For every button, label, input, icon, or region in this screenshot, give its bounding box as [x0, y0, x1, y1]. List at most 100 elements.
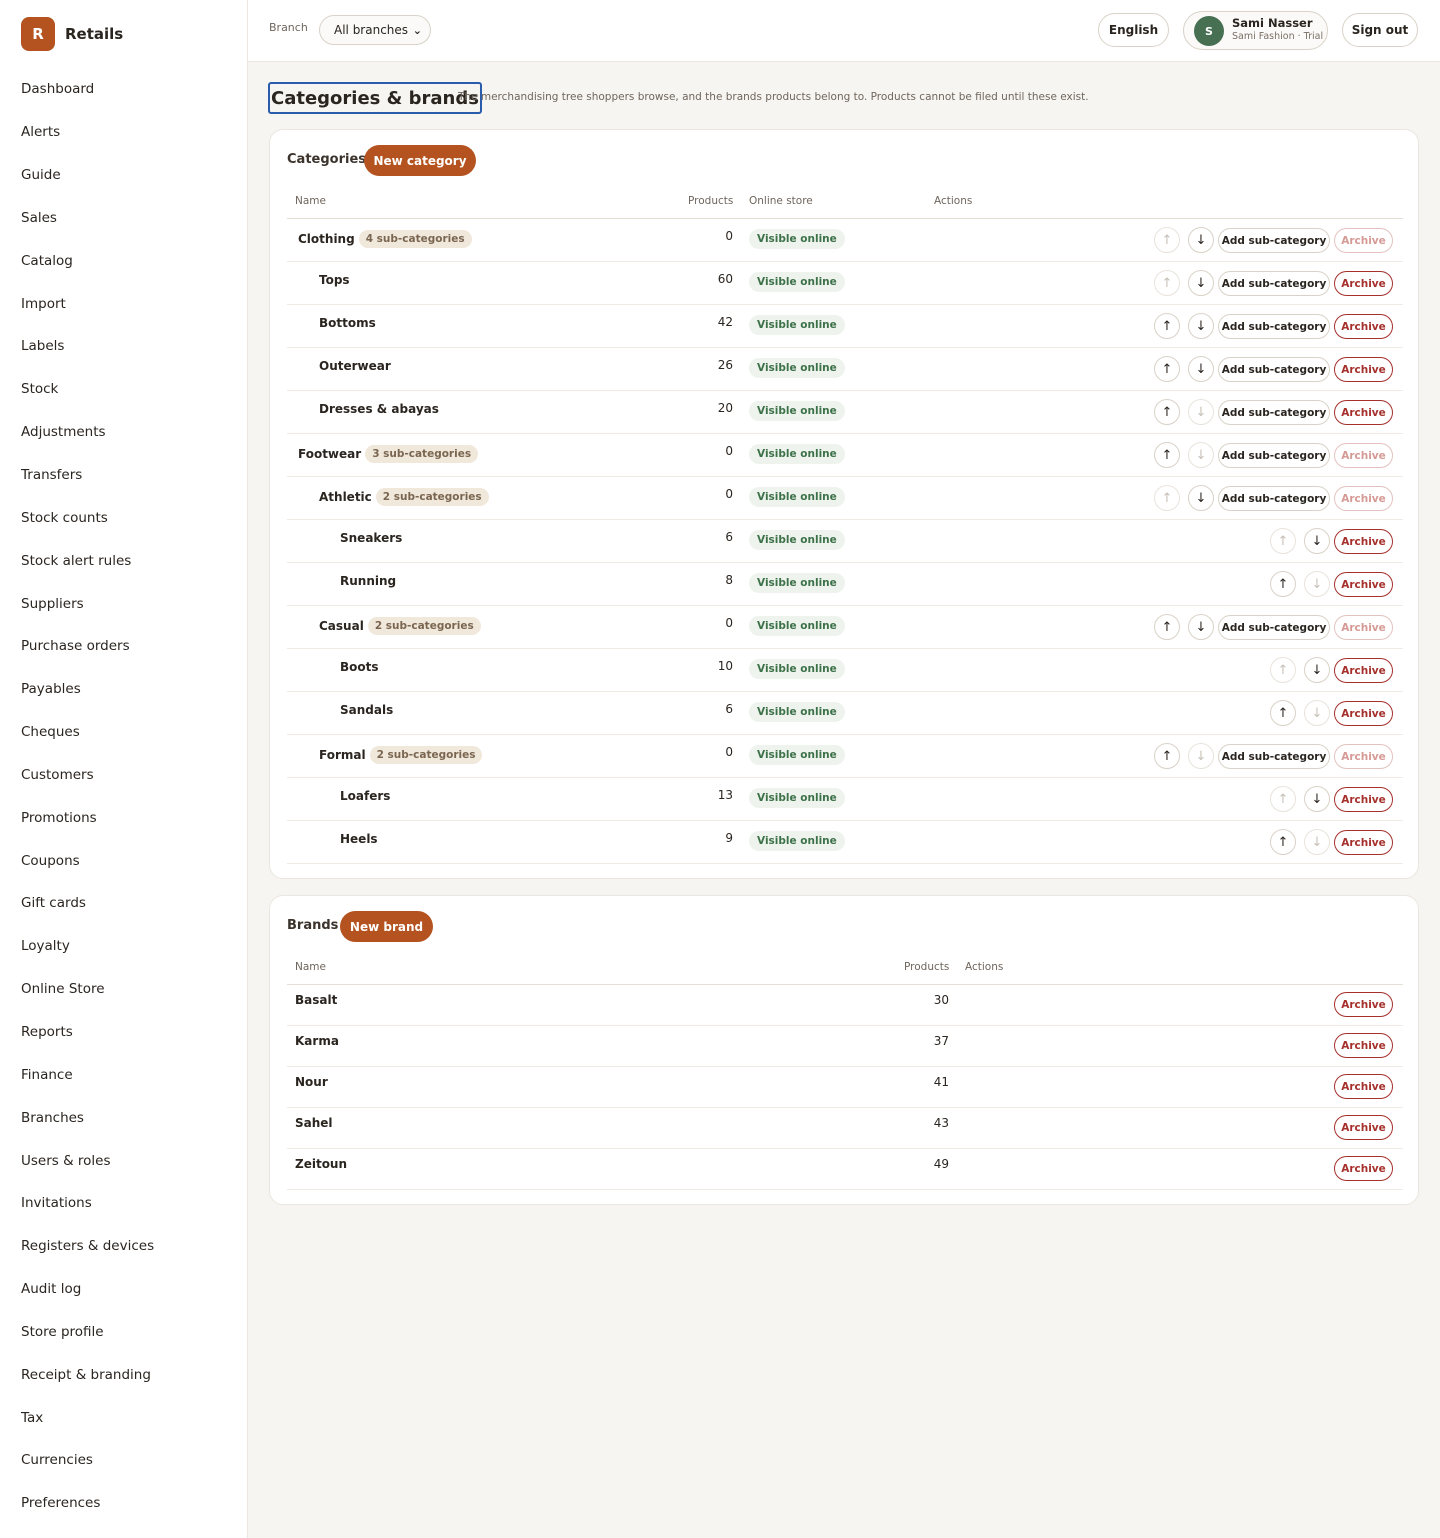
move-up-button[interactable]: ↑ [1270, 528, 1296, 554]
sidebar-item-gift-cards[interactable]: Gift cards [0, 882, 247, 925]
move-down-button[interactable]: ↓ [1188, 270, 1214, 296]
sidebar-item-users-roles[interactable]: Users & roles [0, 1139, 247, 1182]
sign-out-button[interactable]: Sign out [1342, 13, 1418, 47]
archive-button[interactable]: Archive [1334, 615, 1393, 640]
archive-button[interactable]: Archive [1334, 400, 1393, 425]
user-menu[interactable]: S Sami Nasser Sami Fashion · Trial [1183, 11, 1328, 50]
archive-button[interactable]: Archive [1334, 744, 1393, 769]
move-up-button[interactable]: ↑ [1270, 571, 1296, 597]
move-down-button[interactable]: ↓ [1188, 743, 1214, 769]
sidebar-item-currencies[interactable]: Currencies [0, 1439, 247, 1482]
add-sub-category-button[interactable]: Add sub-category [1218, 228, 1330, 253]
sidebar-item-catalog[interactable]: Catalog [0, 239, 247, 282]
move-up-button[interactable]: ↑ [1270, 829, 1296, 855]
move-down-button[interactable]: ↓ [1188, 442, 1214, 468]
sidebar-item-registers-devices[interactable]: Registers & devices [0, 1225, 247, 1268]
archive-button[interactable]: Archive [1334, 486, 1393, 511]
sidebar-item-promotions[interactable]: Promotions [0, 796, 247, 839]
move-down-button[interactable]: ↓ [1188, 614, 1214, 640]
sidebar-item-preferences[interactable]: Preferences [0, 1482, 247, 1525]
add-sub-category-button[interactable]: Add sub-category [1218, 486, 1330, 511]
new-brand-button[interactable]: New brand [340, 911, 433, 942]
sidebar-item-stock[interactable]: Stock [0, 368, 247, 411]
sidebar-item-loyalty[interactable]: Loyalty [0, 925, 247, 968]
sidebar-item-branches[interactable]: Branches [0, 1096, 247, 1139]
archive-button[interactable]: Archive [1334, 529, 1393, 554]
sidebar-item-invitations[interactable]: Invitations [0, 1182, 247, 1225]
archive-button[interactable]: Archive [1334, 443, 1393, 468]
archive-button[interactable]: Archive [1334, 830, 1393, 855]
add-sub-category-button[interactable]: Add sub-category [1218, 271, 1330, 296]
sidebar-item-alerts[interactable]: Alerts [0, 111, 247, 154]
sidebar-item-cheques[interactable]: Cheques [0, 711, 247, 754]
move-down-button[interactable]: ↓ [1188, 227, 1214, 253]
move-down-button[interactable]: ↓ [1188, 485, 1214, 511]
add-sub-category-button[interactable]: Add sub-category [1218, 615, 1330, 640]
add-sub-category-button[interactable]: Add sub-category [1218, 357, 1330, 382]
sidebar-item-store-profile[interactable]: Store profile [0, 1310, 247, 1353]
sidebar-item-sales[interactable]: Sales [0, 197, 247, 240]
brand[interactable]: R Retails [0, 0, 247, 68]
archive-button[interactable]: Archive [1334, 1156, 1393, 1181]
archive-button[interactable]: Archive [1334, 228, 1393, 253]
archive-button[interactable]: Archive [1334, 701, 1393, 726]
archive-button[interactable]: Archive [1334, 572, 1393, 597]
sidebar-item-suppliers[interactable]: Suppliers [0, 582, 247, 625]
move-up-button[interactable]: ↑ [1154, 356, 1180, 382]
move-down-button[interactable]: ↓ [1304, 829, 1330, 855]
archive-button[interactable]: Archive [1334, 1033, 1393, 1058]
add-sub-category-button[interactable]: Add sub-category [1218, 314, 1330, 339]
sidebar-item-stock-alert-rules[interactable]: Stock alert rules [0, 539, 247, 582]
move-up-button[interactable]: ↑ [1154, 270, 1180, 296]
archive-button[interactable]: Archive [1334, 1115, 1393, 1140]
archive-button[interactable]: Archive [1334, 658, 1393, 683]
move-up-button[interactable]: ↑ [1154, 227, 1180, 253]
language-button[interactable]: English [1098, 13, 1169, 47]
sidebar-item-customers[interactable]: Customers [0, 754, 247, 797]
add-sub-category-button[interactable]: Add sub-category [1218, 400, 1330, 425]
sidebar-item-adjustments[interactable]: Adjustments [0, 411, 247, 454]
new-category-button[interactable]: New category [364, 145, 476, 176]
sidebar-item-dashboard[interactable]: Dashboard [0, 68, 247, 111]
move-up-button[interactable]: ↑ [1154, 485, 1180, 511]
move-down-button[interactable]: ↓ [1188, 313, 1214, 339]
add-sub-category-button[interactable]: Add sub-category [1218, 744, 1330, 769]
sidebar-item-guide[interactable]: Guide [0, 154, 247, 197]
sidebar-item-transfers[interactable]: Transfers [0, 454, 247, 497]
sidebar-item-coupons[interactable]: Coupons [0, 839, 247, 882]
archive-button[interactable]: Archive [1334, 314, 1393, 339]
branch-select[interactable]: All branches ⌄ [319, 15, 431, 45]
move-up-button[interactable]: ↑ [1270, 700, 1296, 726]
move-up-button[interactable]: ↑ [1154, 614, 1180, 640]
archive-button[interactable]: Archive [1334, 357, 1393, 382]
sidebar-item-tax[interactable]: Tax [0, 1396, 247, 1439]
move-down-button[interactable]: ↓ [1304, 571, 1330, 597]
move-down-button[interactable]: ↓ [1304, 786, 1330, 812]
archive-button[interactable]: Archive [1334, 992, 1393, 1017]
add-sub-category-button[interactable]: Add sub-category [1218, 443, 1330, 468]
sidebar-item-payables[interactable]: Payables [0, 668, 247, 711]
sidebar-item-audit-log[interactable]: Audit log [0, 1268, 247, 1311]
sidebar-item-stock-counts[interactable]: Stock counts [0, 496, 247, 539]
move-down-button[interactable]: ↓ [1304, 700, 1330, 726]
move-up-button[interactable]: ↑ [1154, 442, 1180, 468]
move-down-button[interactable]: ↓ [1188, 399, 1214, 425]
move-up-button[interactable]: ↑ [1270, 657, 1296, 683]
sidebar-item-purchase-orders[interactable]: Purchase orders [0, 625, 247, 668]
move-down-button[interactable]: ↓ [1304, 657, 1330, 683]
move-up-button[interactable]: ↑ [1154, 399, 1180, 425]
move-up-button[interactable]: ↑ [1154, 743, 1180, 769]
archive-button[interactable]: Archive [1334, 271, 1393, 296]
move-down-button[interactable]: ↓ [1188, 356, 1214, 382]
sidebar-item-finance[interactable]: Finance [0, 1053, 247, 1096]
sidebar-item-reports[interactable]: Reports [0, 1011, 247, 1054]
sidebar-item-labels[interactable]: Labels [0, 325, 247, 368]
archive-button[interactable]: Archive [1334, 1074, 1393, 1099]
sidebar-item-import[interactable]: Import [0, 282, 247, 325]
sidebar-item-receipt-branding[interactable]: Receipt & branding [0, 1353, 247, 1396]
move-up-button[interactable]: ↑ [1270, 786, 1296, 812]
move-down-button[interactable]: ↓ [1304, 528, 1330, 554]
archive-button[interactable]: Archive [1334, 787, 1393, 812]
move-up-button[interactable]: ↑ [1154, 313, 1180, 339]
sidebar-item-online-store[interactable]: Online Store [0, 968, 247, 1011]
